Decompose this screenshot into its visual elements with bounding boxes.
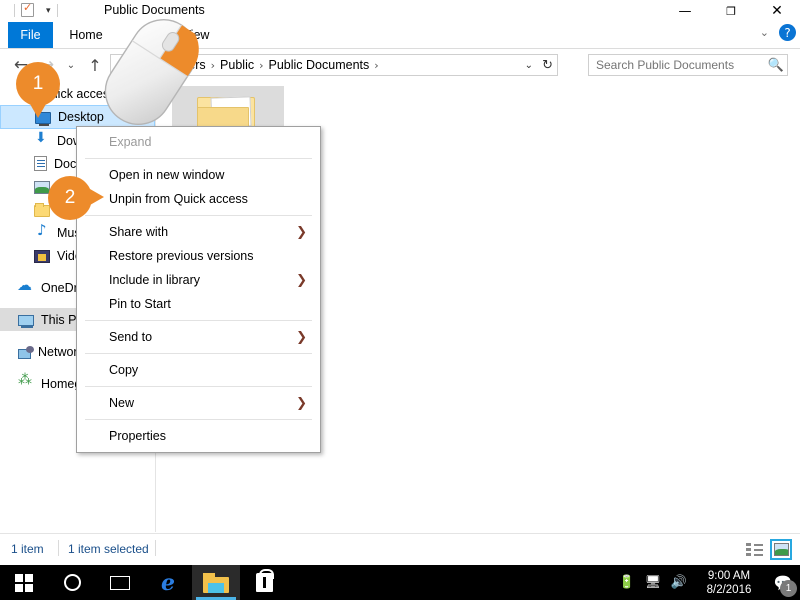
status-divider [155,540,156,556]
callout-badge-1: 1 [16,62,60,106]
action-center-button[interactable]: 💬 1 [766,565,800,600]
task-view-button[interactable] [96,565,144,600]
onedrive-icon [18,280,34,296]
toolbar-divider [57,4,58,17]
quick-access-toolbar: ▾ [8,3,58,17]
system-tray: 🔋 🖥 🔊 9:00 AM 8/2/2016 💬 1 [614,565,800,600]
minimize-button[interactable]: — [662,0,708,22]
network-icon[interactable]: 🖥 [640,565,666,600]
details-view-button[interactable] [743,539,765,560]
menu-item-include-in-library[interactable]: Include in library ❯ [77,268,320,292]
search-box[interactable]: 🔍 [588,54,788,76]
cortana-button[interactable] [48,565,96,600]
downloads-icon [34,133,50,149]
close-button[interactable]: ✕ [754,0,800,22]
breadcrumb-separator-icon[interactable]: › [374,59,378,72]
breadcrumb-item[interactable]: Public [218,58,256,72]
edge-icon: e [161,570,175,596]
menu-separator [85,386,312,387]
menu-separator [85,158,312,159]
menu-item-label: New [109,396,134,410]
breadcrumb-separator-icon[interactable]: › [259,59,263,72]
tab-file[interactable]: File [8,22,53,48]
status-selection: 1 item selected [68,542,149,556]
menu-item-unpin-from-quick-access[interactable]: Unpin from Quick access [77,187,320,211]
store-icon [256,573,273,592]
toolbar-divider [14,4,15,17]
search-input[interactable] [589,58,765,72]
chevron-right-icon: ❯ [296,330,307,345]
network-icon [18,349,31,359]
edge-button[interactable]: e [144,565,192,600]
clock-date: 8/2/2016 [707,583,752,597]
videos-icon [34,250,50,263]
menu-separator [85,353,312,354]
chevron-right-icon: ❯ [296,396,307,411]
menu-item-open-in-new-window[interactable]: Open in new window [77,163,320,187]
this-pc-icon [18,315,34,326]
help-icon[interactable]: ? [779,24,796,41]
large-icons-view-button[interactable] [770,539,792,560]
pictures-icon [34,181,50,194]
chevron-right-icon: ❯ [296,273,307,288]
address-dropdown-icon[interactable]: ⌄ [525,60,533,71]
folder-icon [34,205,50,217]
callout-badge-2: 2 [48,176,92,220]
chevron-right-icon: ❯ [296,225,307,240]
cortana-search-icon [64,574,81,591]
context-menu: Expand Open in new window Unpin from Qui… [76,126,321,453]
menu-separator [85,320,312,321]
music-icon [34,225,50,241]
windows-logo-icon [15,574,33,592]
mouse-right-click-illustration [96,14,206,135]
status-divider [58,540,59,556]
menu-item-label: Share with [109,225,168,239]
menu-item-properties[interactable]: Properties [77,424,320,448]
homegroup-icon [18,376,34,392]
search-icon[interactable]: 🔍 [765,58,787,73]
clock[interactable]: 9:00 AM 8/2/2016 [692,565,766,600]
taskbar: e 🔋 🖥 🔊 9:00 AM 8/2/2016 💬 1 [0,565,800,600]
status-bar: 1 item 1 item selected [0,533,800,565]
start-button[interactable] [0,565,48,600]
menu-item-pin-to-start[interactable]: Pin to Start [77,292,320,316]
large-icons-view-icon [774,543,789,556]
task-view-icon [110,576,130,590]
menu-item-share-with[interactable]: Share with ❯ [77,220,320,244]
details-view-icon [746,543,763,556]
menu-item-label: Send to [109,330,152,344]
store-button[interactable] [240,565,288,600]
menu-item-restore-previous-versions[interactable]: Restore previous versions [77,244,320,268]
recent-locations-button[interactable]: ⌄ [60,54,82,76]
file-explorer-button[interactable] [192,565,240,600]
view-mode-buttons [743,539,792,560]
menu-item-label: Include in library [109,273,200,287]
chevron-down-icon[interactable]: ⌄ [760,26,769,39]
customize-caret-icon[interactable]: ▾ [46,6,51,15]
action-center-badge: 1 [780,580,797,597]
menu-item-new[interactable]: New ❯ [77,391,320,415]
ribbon-right-controls: ⌄ ? [760,24,796,41]
clock-time: 9:00 AM [708,569,750,583]
properties-icon[interactable] [21,3,34,17]
menu-item-send-to[interactable]: Send to ❯ [77,325,320,349]
status-item-count: 1 item [11,542,44,556]
window-controls: — ❐ ✕ [662,0,800,22]
breadcrumb-separator-icon[interactable]: › [211,59,215,72]
battery-icon[interactable]: 🔋 [614,565,640,600]
menu-item-copy[interactable]: Copy [77,358,320,382]
volume-icon[interactable]: 🔊 [666,565,692,600]
file-explorer-icon [203,573,229,593]
menu-separator [85,215,312,216]
file-explorer-window: ▾ Public Documents — ❐ ✕ File Home View … [0,0,800,600]
menu-separator [85,419,312,420]
maximize-button[interactable]: ❐ [708,0,754,22]
refresh-icon[interactable]: ↻ [542,58,553,73]
documents-icon [34,156,47,171]
breadcrumb-item[interactable]: Public Documents [267,58,372,72]
